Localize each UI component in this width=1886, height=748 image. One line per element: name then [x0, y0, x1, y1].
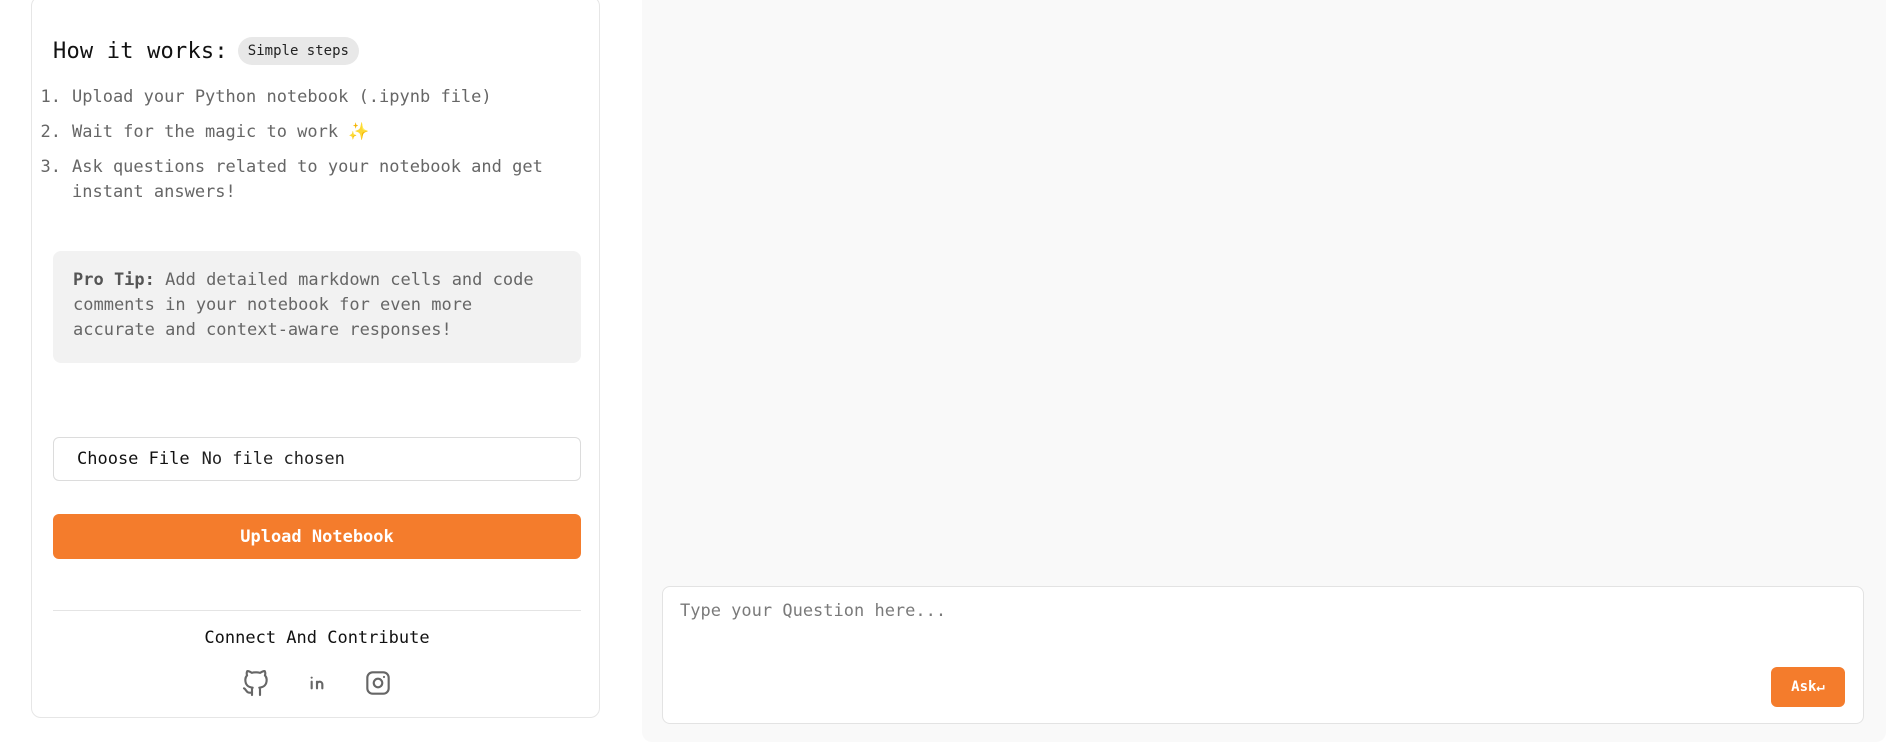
step-item: 2. Wait for the magic to work ✨: [40, 120, 580, 145]
ask-button[interactable]: Ask↵: [1771, 667, 1845, 707]
choose-file-button[interactable]: Choose File: [77, 449, 190, 469]
linkedin-icon[interactable]: [301, 667, 333, 699]
simple-steps-badge: Simple steps: [237, 37, 359, 65]
step-item: 3. Ask questions related to your noteboo…: [40, 155, 580, 205]
instagram-icon[interactable]: [362, 667, 394, 699]
question-input[interactable]: [678, 599, 1782, 663]
divider: [53, 610, 581, 611]
step-text: Wait for the magic to work ✨: [72, 122, 370, 142]
file-input[interactable]: Choose File No file chosen: [53, 437, 581, 481]
step-number: 2.: [40, 122, 61, 142]
steps-list: 1. Upload your Python notebook (.ipynb f…: [40, 85, 580, 215]
social-links: [53, 667, 581, 699]
step-text: Ask questions related to your notebook a…: [72, 157, 543, 202]
question-box: Ask↵: [662, 586, 1864, 724]
step-text: Upload your Python notebook (.ipynb file…: [72, 87, 492, 107]
pro-tip-box: Pro Tip: Add detailed markdown cells and…: [53, 251, 581, 363]
upload-notebook-button[interactable]: Upload Notebook: [53, 514, 581, 559]
pro-tip-label: Pro Tip:: [73, 270, 155, 290]
github-icon[interactable]: [240, 667, 272, 699]
page-title: How it works:: [53, 38, 228, 64]
step-number: 3.: [40, 157, 61, 177]
how-it-works-header: How it works: Simple steps: [53, 37, 359, 65]
connect-title: Connect And Contribute: [204, 628, 430, 648]
step-number: 1.: [40, 87, 61, 107]
chat-panel: Ask↵: [642, 0, 1886, 742]
step-item: 1. Upload your Python notebook (.ipynb f…: [40, 85, 580, 110]
file-status: No file chosen: [201, 449, 345, 469]
sidebar-panel: How it works: Simple steps 1. Upload you…: [31, 0, 600, 718]
